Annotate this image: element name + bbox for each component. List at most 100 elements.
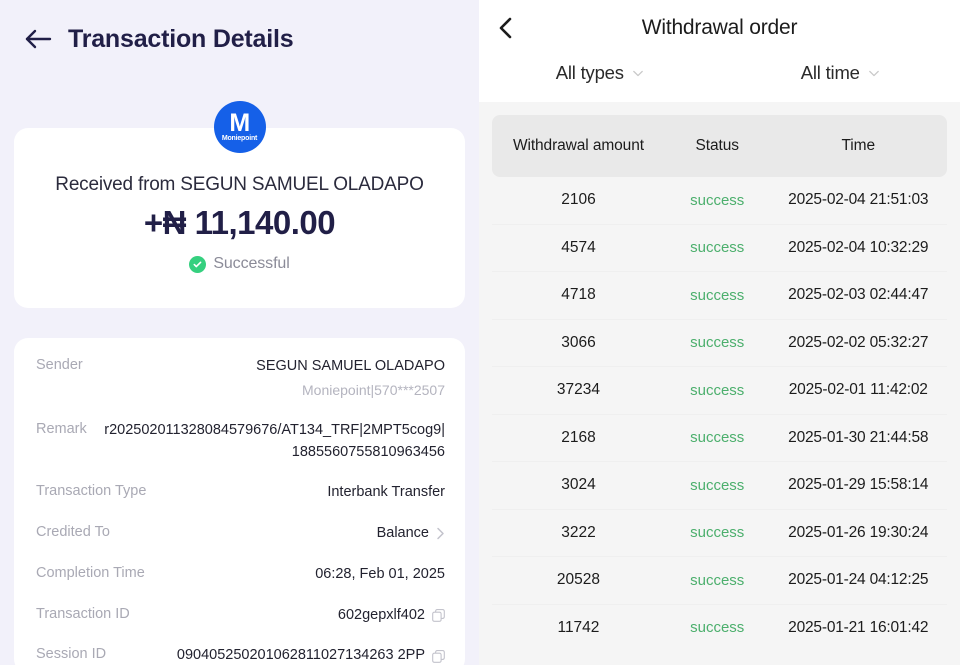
detail-label: Credited To [36,524,110,540]
cell-status: success [690,571,745,589]
cell-status: success [690,334,745,352]
cell-time: 2025-01-24 04:12:25 [788,571,929,589]
page-title: Withdrawal order [641,16,798,39]
cell-time: 2025-01-26 19:30:24 [788,523,929,541]
table-row[interactable]: 2106 success 2025-02-04 21:51:03 [492,177,947,225]
detail-value: r202502011328084579676/AT134_TRF|2MPT5co… [104,421,445,460]
caret-down-icon[interactable] [868,70,879,77]
filter-bar: All types All time [479,56,960,84]
copy-icon[interactable] [432,608,445,622]
detail-label: Sender [36,357,83,373]
cell-amount: 20528 [556,571,600,589]
withdrawal-order-panel: Withdrawal order All types All time With… [479,0,960,665]
cell-status: success [690,381,745,399]
logo-wordmark: Moniepoint [221,135,258,142]
cell-amount: 3066 [561,333,596,351]
filter-label: All time [800,62,860,83]
withdrawal-table: Withdrawal amount Status Time [479,102,960,177]
cell-amount: 4718 [561,286,596,304]
table-row[interactable]: 3222 success 2025-01-26 19:30:24 [492,510,947,557]
status-badge: Successful [14,255,465,273]
credited-to-value: Balance [376,525,429,541]
cell-time: 2025-01-29 15:58:14 [788,476,929,494]
table-row[interactable]: 11742 success 2025-01-21 16:01:42 [492,605,947,652]
transaction-summary-card: M Moniepoint Received from SEGUN SAMUEL … [14,101,465,308]
cell-amount: 3024 [561,476,596,494]
column-header-time: Time [841,137,876,155]
detail-row-transaction-id: Transaction ID 602gepxlf402 [36,605,445,627]
cell-time: 2025-02-02 05:32:27 [788,333,929,351]
chevron-left-icon[interactable] [493,14,519,42]
cell-status: success [690,619,745,637]
copy-icon[interactable] [432,649,445,663]
transaction-details-panel: Transaction Details M Moniepoint Receive… [0,0,479,665]
table-header-row: Withdrawal amount Status Time [492,115,947,177]
withdrawal-order-header: Withdrawal order [479,0,960,56]
cell-status: success [690,286,745,304]
detail-row-remark: Remark r202502011328084579676/AT134_TRF|… [36,420,445,464]
cell-amount: 37234 [556,381,600,399]
moniepoint-logo-icon: M Moniepoint [213,101,266,153]
column-header-status: Status [695,137,739,155]
cell-time: 2025-02-04 10:32:29 [788,238,929,256]
table-row[interactable]: 3066 success 2025-02-02 05:32:27 [492,320,947,367]
detail-label: Transaction ID [36,605,130,622]
cell-time: 2025-02-04 21:51:03 [788,191,929,209]
transaction-amount: +₦ 11,140.00 [143,204,336,241]
detail-row-credited-to[interactable]: Credited To Balance [36,523,445,545]
table-row[interactable]: 3024 success 2025-01-29 15:58:14 [492,462,947,510]
page-title: Transaction Details [68,24,294,53]
cell-time: 2025-02-03 02:44:47 [788,286,929,304]
cell-amount: 3222 [561,523,596,541]
detail-value: 06:28, Feb 01, 2025 [315,565,445,582]
sender-account: Moniepoint|570***2507 [302,381,445,398]
transaction-id-value: 602gepxlf402 [337,606,425,623]
sender-name: SEGUN SAMUEL OLADAPO [256,358,445,374]
detail-row-transaction-type: Transaction Type Interbank Transfer [36,482,445,504]
detail-value: Interbank Transfer [327,484,445,501]
detail-row-completion-time: Completion Time 06:28, Feb 01, 2025 [36,564,445,586]
cell-amount: 2168 [561,428,596,446]
filter-all-time[interactable]: All time [720,62,960,84]
detail-label: Session ID [36,646,107,663]
transaction-details-header: Transaction Details [0,0,479,52]
cell-status: success [690,429,745,447]
cell-amount: 4574 [561,238,596,256]
cell-status: success [690,524,745,542]
table-row[interactable]: 4574 success 2025-02-04 10:32:29 [492,225,947,272]
cell-status: success [690,476,745,494]
table-row[interactable]: 2168 success 2025-01-30 21:44:58 [492,415,947,462]
screen: Transaction Details M Moniepoint Receive… [0,0,960,665]
detail-value: 090405250201062811027134263 2PP [120,645,445,665]
detail-label: Remark [36,420,87,437]
detail-label: Completion Time [36,564,145,581]
table-row[interactable]: 37234 success 2025-02-01 11:42:02 [492,367,947,415]
check-circle-icon [189,255,207,273]
caret-down-icon[interactable] [632,70,643,77]
withdrawal-order-top: Withdrawal order All types All time [479,0,960,102]
arrow-left-icon[interactable] [24,26,54,52]
filter-all-types[interactable]: All types [479,62,720,84]
detail-row-sender: Sender SEGUN SAMUEL OLADAPO Moniepoint|5… [36,356,445,401]
table-row[interactable]: 20528 success 2025-01-24 04:12:25 [492,557,947,605]
filter-label: All types [555,62,624,83]
logo-letter: M [229,109,250,137]
status-text: Successful [213,255,290,272]
cell-status: success [690,191,745,209]
session-id-value: 090405250201062811027134263 2PP [176,647,425,664]
cell-amount: 11742 [557,618,600,636]
detail-value: SEGUN SAMUEL OLADAPO Moniepoint|570***25… [97,356,445,401]
cell-status: success [690,239,745,257]
cell-time: 2025-01-30 21:44:58 [788,428,929,446]
column-header-withdrawal-amount: Withdrawal amount [512,137,644,155]
transaction-details-list: Sender SEGUN SAMUEL OLADAPO Moniepoint|5… [14,338,465,665]
table-row[interactable]: 4718 success 2025-02-03 02:44:47 [492,272,947,320]
chevron-right-icon[interactable] [436,527,445,540]
detail-row-session-id: Session ID 090405250201062811027134263 2… [36,645,445,665]
cell-amount: 2106 [561,191,596,209]
cell-time: 2025-01-21 16:01:42 [788,618,929,636]
detail-value: 602gepxlf402 [144,605,445,627]
detail-label: Transaction Type [36,483,147,500]
cell-time: 2025-02-01 11:42:02 [788,381,928,399]
withdrawal-table-body: 2106 success 2025-02-04 21:51:03 4574 su… [479,177,960,651]
